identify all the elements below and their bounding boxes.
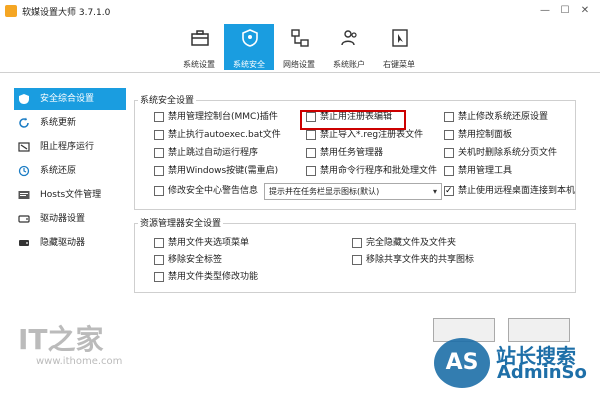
checkbox-label: 完全隐藏文件及文件夹	[366, 238, 457, 248]
tab-label: 右键菜单	[383, 60, 415, 69]
chevron-down-icon: ▾	[432, 187, 437, 196]
tab-label: 系统设置	[183, 60, 215, 69]
main-toolbar: 系统设置 系统安全 网络设置 系统账户 右键菜单	[0, 22, 600, 72]
refresh-icon	[19, 117, 29, 128]
tab-label: 系统账户	[333, 60, 365, 69]
checkbox-box[interactable]	[444, 184, 454, 198]
shield-icon	[242, 29, 258, 47]
sidebar-item-label: Hosts文件管理	[40, 190, 102, 200]
adminso-logo-icon: AS	[434, 338, 490, 388]
select-value: 提示并在任务栏显示图标(默认)	[269, 187, 380, 196]
sidebar-item-security-overview[interactable]: 安全综合设置	[14, 88, 126, 110]
checkbox-box[interactable]	[154, 272, 164, 282]
restore-icon	[18, 165, 30, 177]
checkbox-box[interactable]	[444, 112, 454, 122]
sidebar-item-label: 驱动器设置	[40, 214, 86, 224]
checkbox-box[interactable]	[352, 238, 362, 248]
bottom-button-right[interactable]	[508, 318, 570, 342]
sidebar-item-block-programs[interactable]: 阻止程序运行	[14, 136, 126, 158]
security-group-title: 系统安全设置	[138, 93, 197, 106]
checkbox-label: 禁止导入*.reg注册表文件	[320, 130, 424, 140]
ithome-url: www.ithome.com	[36, 356, 123, 367]
sidebar-item-label: 系统还原	[40, 166, 77, 176]
toolbar-divider	[0, 72, 600, 73]
checkbox-box[interactable]	[154, 112, 164, 122]
checkbox-box[interactable]	[154, 166, 164, 176]
checkbox-box[interactable]	[306, 148, 316, 158]
checkbox-box[interactable]	[444, 148, 454, 158]
tab-label: 系统安全	[233, 60, 265, 69]
tab-system-accounts[interactable]: 系统账户	[324, 24, 374, 70]
window-title: 软媒设置大师 3.7.1.0	[22, 8, 111, 18]
checkbox-box[interactable]	[306, 166, 316, 176]
sidebar-item-hosts[interactable]: Hosts文件管理	[14, 184, 126, 206]
block-icon	[18, 142, 30, 152]
checkbox-label: 禁止修改系统还原设置	[458, 112, 549, 122]
checkbox-box[interactable]	[352, 255, 362, 265]
checkbox-label: 关机时删除系统分页文件	[458, 148, 558, 158]
sidebar-item-label: 阻止程序运行	[40, 142, 95, 152]
checkbox-label: 修改安全中心警告信息	[168, 186, 259, 196]
sidebar-item-drive-settings[interactable]: 驱动器设置	[14, 208, 126, 230]
minimize-button[interactable]: —	[536, 3, 554, 19]
checkbox-label: 禁用管理控制台(MMC)插件	[168, 112, 278, 122]
sidebar-item-system-update[interactable]: 系统更新	[14, 112, 126, 134]
sidebar-item-label: 系统更新	[40, 118, 77, 128]
close-button[interactable]: ✕	[576, 3, 594, 19]
network-icon	[291, 29, 309, 47]
checkbox-box[interactable]	[444, 130, 454, 140]
checkbox-box[interactable]	[306, 130, 316, 140]
shield-icon	[19, 94, 29, 104]
checkbox-box[interactable]	[154, 255, 164, 265]
checkbox-label: 移除共享文件夹的共享图标	[366, 255, 475, 265]
checkbox-label: 禁止执行autoexec.bat文件	[168, 130, 281, 140]
explorer-group-title: 资源管理器安全设置	[138, 216, 224, 229]
drive-icon	[18, 215, 30, 223]
checkbox-label: 禁用文件类型修改功能	[168, 272, 259, 282]
tab-label: 网络设置	[283, 60, 315, 69]
checkbox-label: 禁用任务管理器	[320, 148, 384, 158]
sidebar: 安全综合设置 系统更新 阻止程序运行 系统还原 Hosts文件管理 驱动器设置 …	[14, 84, 126, 264]
sidebar-item-system-restore[interactable]: 系统还原	[14, 160, 126, 182]
adminso-brand-en: AdminSo	[497, 362, 587, 383]
checkbox-box[interactable]	[154, 148, 164, 158]
maximize-button[interactable]: ☐	[556, 3, 574, 19]
checkbox-label: 禁止使用远程桌面连接到本机	[458, 186, 576, 196]
checkbox-label: 禁用Windows按键(需重启)	[168, 166, 279, 176]
tab-network-settings[interactable]: 网络设置	[274, 24, 324, 70]
security-center-select[interactable]: 提示并在任务栏显示图标(默认) ▾	[264, 183, 442, 200]
checkbox-box[interactable]	[154, 186, 164, 196]
sidebar-item-label: 隐藏驱动器	[40, 238, 86, 248]
cursor-icon	[392, 29, 408, 47]
title-bar: 软媒设置大师 3.7.1.0 — ☐ ✕	[0, 0, 600, 22]
sidebar-item-label: 安全综合设置	[40, 94, 95, 104]
sidebar-item-hide-drives[interactable]: 隐藏驱动器	[14, 232, 126, 254]
toolbox-icon	[191, 30, 209, 46]
checkbox-label: 禁用文件夹选项菜单	[168, 238, 250, 248]
checkbox-box[interactable]	[444, 166, 454, 176]
checkbox-label: 禁止跳过自动运行程序	[168, 148, 259, 158]
checkbox-label: 移除安全标签	[168, 255, 223, 265]
tab-system-security[interactable]: 系统安全	[224, 24, 274, 70]
users-icon	[341, 30, 357, 46]
tab-system-settings[interactable]: 系统设置	[174, 24, 224, 70]
checkbox-box[interactable]	[154, 130, 164, 140]
app-icon	[5, 5, 17, 17]
tab-context-menu[interactable]: 右键菜单	[374, 24, 424, 70]
checkbox-box[interactable]	[154, 238, 164, 248]
hidden-drive-icon	[19, 240, 29, 246]
checkbox-label: 禁用命令行程序和批处理文件	[320, 166, 438, 176]
checkbox-label: 禁用管理工具	[458, 166, 513, 176]
hosts-icon	[18, 191, 30, 199]
highlight-box	[300, 110, 406, 130]
ithome-logo: IT之家	[18, 323, 104, 356]
checkbox-label: 禁用控制面板	[458, 130, 513, 140]
